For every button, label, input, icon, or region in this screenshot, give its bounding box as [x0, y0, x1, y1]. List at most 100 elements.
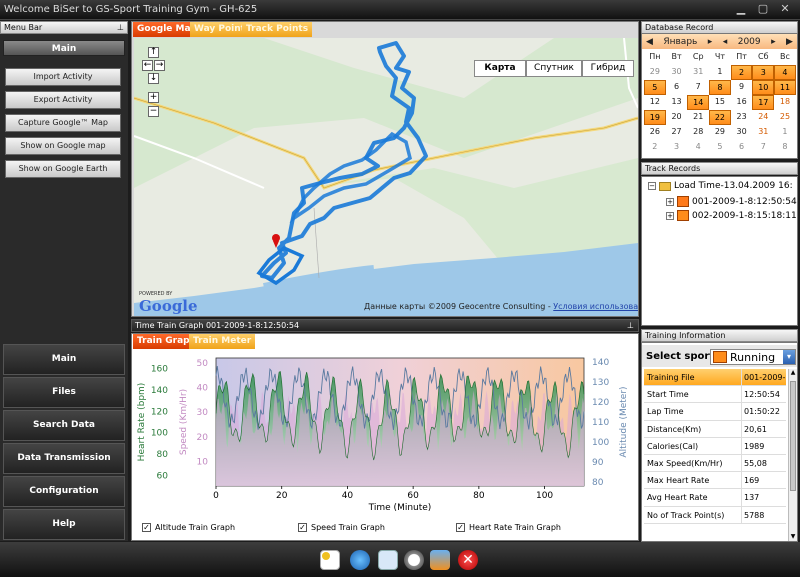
calendar-day[interactable]: 15: [709, 95, 731, 110]
zoom-out-icon[interactable]: −: [148, 106, 159, 117]
nav-help-button[interactable]: Help: [3, 509, 125, 540]
year-next-icon[interactable]: ▸: [771, 37, 776, 47]
altitude-checkbox[interactable]: ✓: [142, 523, 151, 532]
map-type-map-button[interactable]: Карта: [474, 60, 526, 77]
search-icon[interactable]: [404, 550, 424, 570]
table-row[interactable]: Max Heart Rate 169: [644, 472, 786, 490]
table-row[interactable]: Max Speed(Km/Hr) 55,08: [644, 454, 786, 473]
tree-root[interactable]: − Load Time-13.04.2009 16:: [648, 181, 793, 191]
calendar-day[interactable]: 2: [644, 140, 666, 155]
calendar-day[interactable]: 8: [709, 80, 731, 95]
pan-right-icon[interactable]: →: [154, 60, 165, 71]
heart-rate-checkbox[interactable]: ✓: [456, 523, 465, 532]
calendar-day[interactable]: 19: [644, 110, 666, 125]
table-row[interactable]: Start Time 12:50:54: [644, 386, 786, 404]
nav-data-transmission-button[interactable]: Data Transmission: [3, 443, 125, 474]
calendar-day[interactable]: 31: [752, 125, 774, 140]
calendar-day[interactable]: 2: [730, 65, 753, 80]
pan-left-icon[interactable]: ←: [142, 60, 153, 71]
calendar-day[interactable]: 18: [774, 95, 796, 110]
calendar-day[interactable]: 20: [666, 110, 688, 125]
import-activity-button[interactable]: Import Activity: [5, 68, 121, 86]
close-icon[interactable]: ✕: [778, 2, 792, 16]
speed-checkbox[interactable]: ✓: [298, 523, 307, 532]
calendar-day[interactable]: 24: [752, 110, 774, 125]
calendar-day[interactable]: 1: [774, 125, 796, 140]
calendar-day[interactable]: 3: [752, 65, 775, 80]
scroll-thumb[interactable]: [790, 381, 796, 491]
table-row[interactable]: No of Track Point(s) 5788: [644, 506, 786, 524]
calendar-day[interactable]: 1: [709, 65, 731, 80]
month-next-icon[interactable]: ▸: [708, 37, 713, 47]
calendar-day[interactable]: 26: [644, 125, 666, 140]
table-row[interactable]: Lap Time 01:50:22: [644, 403, 786, 421]
expand-icon[interactable]: +: [666, 197, 674, 206]
calendar-day[interactable]: 29: [709, 125, 731, 140]
map-type-hybrid-button[interactable]: Гибрид: [582, 60, 634, 77]
calendar-day[interactable]: 5: [709, 140, 731, 155]
calendar-day[interactable]: 17: [752, 95, 775, 110]
calendar-day[interactable]: 3: [666, 140, 688, 155]
pin-icon[interactable]: ⊥: [117, 22, 124, 33]
calendar-day[interactable]: 22: [709, 110, 731, 125]
vertical-scrollbar[interactable]: ▲ ▼: [788, 369, 797, 541]
calendar-day[interactable]: 29: [644, 65, 666, 80]
map-type-satellite-button[interactable]: Спутник: [526, 60, 582, 77]
calendar-day[interactable]: 16: [731, 95, 753, 110]
new-file-icon[interactable]: [320, 550, 340, 570]
month-label[interactable]: Январь: [663, 37, 697, 47]
show-on-google-earth-button[interactable]: Show on Google Earth: [5, 160, 121, 178]
export-activity-button[interactable]: Export Activity: [5, 91, 121, 109]
calendar-day[interactable]: 7: [752, 140, 774, 155]
nav-search-data-button[interactable]: Search Data: [3, 410, 125, 441]
altitude-toggle[interactable]: ✓ Altitude Train Graph: [142, 523, 235, 532]
map-canvas[interactable]: Карта Спутник Гибрид ↑ ← → ↓ + − POWERED…: [134, 38, 638, 316]
calendar-day[interactable]: 4: [687, 140, 709, 155]
calendar-day[interactable]: 30: [666, 65, 688, 80]
nav-files-button[interactable]: Files: [3, 377, 125, 408]
minimize-icon[interactable]: ▁: [734, 2, 748, 16]
table-row[interactable]: Distance(Km) 20,61: [644, 420, 786, 438]
table-row[interactable]: Calories(Cal) 1989: [644, 437, 786, 455]
nav-main-button[interactable]: Main: [3, 344, 125, 375]
calendar-day[interactable]: 14: [687, 95, 710, 110]
tab-track-points[interactable]: Track Points: [242, 22, 313, 37]
table-row[interactable]: Training File 001-2009-: [644, 369, 786, 387]
speed-toggle[interactable]: ✓ Speed Train Graph: [298, 523, 385, 532]
calendar-day[interactable]: 13: [666, 95, 688, 110]
zoom-in-icon[interactable]: +: [148, 92, 159, 103]
calendar-day[interactable]: 11: [774, 80, 796, 95]
calendar-day[interactable]: 31: [687, 65, 709, 80]
capture-google-map-button[interactable]: Capture Google™ Map: [5, 114, 121, 132]
calendar-day[interactable]: 7: [687, 80, 709, 95]
globe-icon[interactable]: [350, 550, 370, 570]
calendar-day[interactable]: 9: [731, 80, 753, 95]
tab-train-meter[interactable]: Train Meter: [189, 334, 256, 349]
next-month-icon[interactable]: ▶: [786, 37, 793, 47]
pin-icon[interactable]: ⊥: [627, 320, 634, 331]
calendar-day[interactable]: 4: [774, 65, 796, 80]
prev-month-icon[interactable]: ◀: [646, 37, 653, 47]
show-on-google-map-button[interactable]: Show on Google map: [5, 137, 121, 155]
scroll-down-icon[interactable]: ▼: [789, 533, 797, 541]
pan-down-icon[interactable]: ↓: [148, 73, 159, 84]
calendar-day[interactable]: 12: [644, 95, 666, 110]
calendar-day[interactable]: 6: [731, 140, 753, 155]
calendar-day[interactable]: 21: [687, 110, 709, 125]
heart-rate-toggle[interactable]: ✓ Heart Rate Train Graph: [456, 523, 561, 532]
expand-icon[interactable]: +: [666, 211, 674, 220]
scroll-up-icon[interactable]: ▲: [789, 369, 797, 377]
calendar-day[interactable]: 27: [666, 125, 688, 140]
calendar-day[interactable]: 8: [774, 140, 796, 155]
calendar-day[interactable]: 10: [752, 80, 775, 95]
calendar-day[interactable]: 6: [666, 80, 688, 95]
maximize-icon[interactable]: ▢: [756, 2, 770, 16]
main-top-button[interactable]: Main: [3, 40, 125, 56]
calendar-day[interactable]: 5: [644, 80, 666, 95]
chevron-down-icon[interactable]: ▾: [783, 350, 795, 364]
calendar-day[interactable]: 25: [774, 110, 796, 125]
table-row[interactable]: Avg Heart Rate 137: [644, 489, 786, 507]
calendar-day[interactable]: 23: [731, 110, 753, 125]
map-icon[interactable]: [378, 550, 398, 570]
tree-item[interactable]: + 001-2009-1-8:12:50:54: [666, 196, 797, 207]
